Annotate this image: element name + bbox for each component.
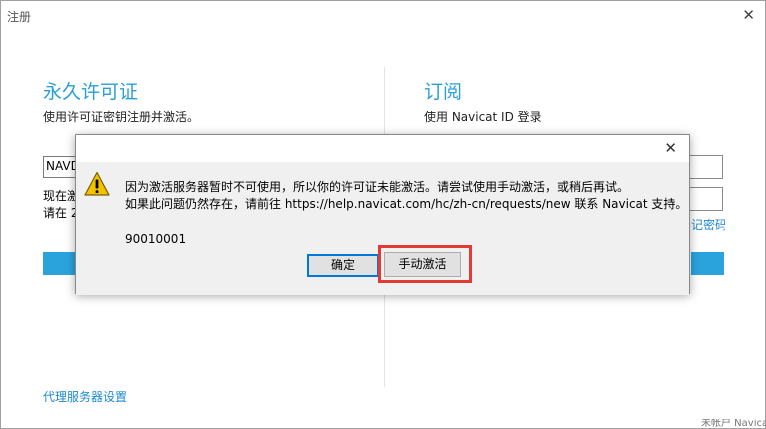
proxy-settings-link[interactable]: 代理服务器设置	[43, 388, 127, 405]
password-field[interactable]	[687, 187, 723, 211]
registration-titlebar: 注册 ✕	[1, 1, 765, 31]
warning-icon	[84, 171, 110, 196]
create-account-link[interactable]: 未帐户 Navicat 帐户	[701, 419, 766, 429]
error-message-line1: 因为激活服务器暂时不可使用，所以你的许可证未能激活。请尝试使用手动激活，或稍后再…	[125, 180, 630, 194]
dialog-titlebar: ✕	[76, 135, 689, 162]
license-key-field[interactable]: NAVD	[43, 156, 79, 178]
window-title: 注册	[7, 10, 32, 24]
activation-deadline-text: 请在 2	[43, 206, 79, 220]
subscription-description: 使用 Navicat ID 登录	[424, 110, 542, 124]
forgot-password-link[interactable]: 记密码	[691, 216, 725, 233]
activation-status-text: 现在激	[43, 189, 79, 203]
activation-error-dialog: ✕ 因为激活服务器暂时不可使用，所以你的许可证未能激活。请尝试使用手动激活，或稍…	[75, 134, 690, 295]
sign-in-button[interactable]	[691, 252, 724, 275]
navicat-id-field[interactable]	[687, 155, 723, 179]
permanent-license-description: 使用许可证密钥注册并激活。	[43, 110, 200, 124]
error-code: 90010001	[125, 232, 187, 246]
error-message-line2: 如果此问题仍然存在，请前往 https://help.navicat.com/h…	[125, 197, 688, 211]
ok-button[interactable]: 确定	[307, 254, 379, 277]
window-close-icon[interactable]: ✕	[742, 6, 755, 24]
permanent-license-title: 永久许可证	[43, 81, 139, 103]
manual-activation-button[interactable]: 手动激活	[384, 252, 461, 277]
dialog-close-icon[interactable]: ✕	[664, 139, 677, 157]
dialog-body: 因为激活服务器暂时不可使用，所以你的许可证未能激活。请尝试使用手动激活，或稍后再…	[76, 162, 689, 295]
activate-button[interactable]	[43, 252, 79, 275]
subscription-title: 订阅	[424, 81, 463, 103]
